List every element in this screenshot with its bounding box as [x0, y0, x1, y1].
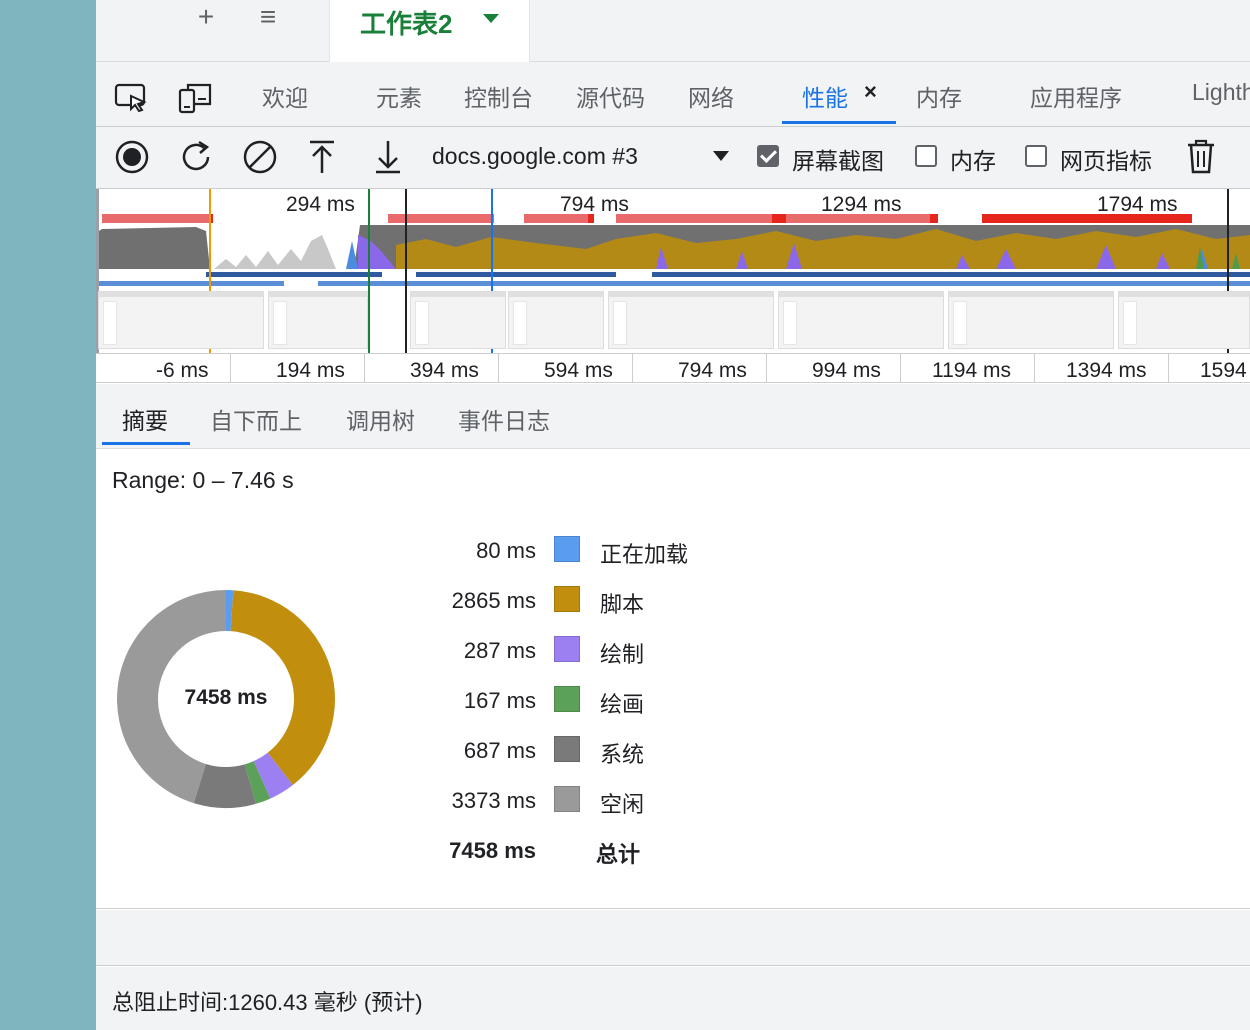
legend-label: 绘制	[600, 642, 645, 667]
ruler-tick-label: 994 ms	[812, 359, 881, 382]
tab-event-log[interactable]: 事件日志	[458, 402, 550, 436]
overview-time-label: 1794 ms	[1097, 193, 1178, 216]
legend-row-idle: 3373 ms 空闲	[396, 786, 796, 817]
tab-call-tree[interactable]: 调用树	[346, 402, 415, 436]
memory-checkbox[interactable]	[915, 145, 937, 167]
legend-label: 脚本	[600, 592, 645, 617]
tab-network[interactable]: 网络	[688, 79, 734, 113]
performance-toolbar: docs.google.com #3 屏幕截图 内存 网页指标	[96, 127, 1250, 189]
add-sheet-button[interactable]: +	[186, 2, 226, 36]
legend-value: 167 ms	[463, 688, 536, 713]
web-vitals-label: 网页指标	[1060, 148, 1152, 174]
screenshot-thumbnail[interactable]	[778, 291, 944, 349]
legend-value: 3373 ms	[451, 788, 536, 813]
summary-panel: Range: 0 – 7.46 s 7458 ms 80 ms 正在加载 286…	[96, 449, 1250, 909]
screenshot-thumbnail[interactable]	[508, 291, 604, 349]
legend-value: 2865 ms	[451, 588, 536, 613]
overview-time-label: 1294 ms	[821, 193, 902, 216]
legend-swatch	[554, 686, 580, 712]
screenshots-checkbox[interactable]	[757, 145, 779, 167]
devtools-tab-bar: 欢迎 元素 控制台 源代码 网络 性能 × 内存 应用程序 Lighth	[96, 62, 1250, 127]
screenshot-thumbnail[interactable]	[608, 291, 774, 349]
tab-lighthouse[interactable]: Lighth	[1192, 79, 1250, 106]
legend-row-painting: 167 ms 绘画	[396, 686, 796, 717]
donut-total-label: 7458 ms	[184, 686, 268, 709]
screenshot-thumbnail[interactable]	[1118, 291, 1250, 349]
legend-value: 687 ms	[463, 738, 536, 763]
total-blocking-time: 总阻止时间:1260.43 毫秒 (预计)	[112, 990, 423, 1015]
screenshot-thumbnail[interactable]	[268, 291, 368, 349]
legend-total-label: 总计	[596, 842, 641, 867]
tab-performance[interactable]: 性能	[802, 79, 848, 113]
screenshot-thumbnail[interactable]	[410, 291, 506, 349]
tab-sources[interactable]: 源代码	[576, 79, 645, 113]
ruler-tick-label: 594 ms	[544, 359, 613, 382]
trash-icon[interactable]	[1186, 139, 1216, 175]
legend-swatch	[554, 536, 580, 562]
legend-swatch	[554, 586, 580, 612]
legend-value: 80 ms	[476, 538, 536, 563]
tab-console[interactable]: 控制台	[464, 79, 533, 113]
legend-total-value: 7458 ms	[449, 838, 536, 863]
legend-swatch	[554, 736, 580, 762]
upload-icon[interactable]	[306, 139, 338, 175]
tab-bottom-up[interactable]: 自下而上	[210, 402, 302, 436]
sheet-tab-active[interactable]: 工作表2	[329, 0, 530, 62]
devtools-window: + ≡ 工作表2 欢迎 元素 控制台 源代码 网络 性能 × 内存 应用程序 L…	[96, 0, 1250, 1030]
all-sheets-menu-button[interactable]: ≡	[248, 2, 288, 36]
close-icon[interactable]: ×	[864, 79, 877, 105]
timeline-overview[interactable]: 294 ms 794 ms 1294 ms 1794 ms -6 ms 194 …	[96, 189, 1250, 383]
ruler-tick-label: 394 ms	[410, 359, 479, 382]
active-tab-indicator	[102, 442, 190, 445]
tab-elements[interactable]: 元素	[376, 79, 422, 113]
reload-record-icon[interactable]	[178, 139, 214, 175]
tab-summary[interactable]: 摘要	[122, 402, 168, 436]
screenshots-label: 屏幕截图	[792, 148, 884, 174]
legend-row-total: 7458 ms 总计	[396, 836, 796, 867]
range-label: Range: 0 – 7.46 s	[112, 467, 294, 493]
ruler-tick-label: 1194 ms	[932, 359, 1011, 382]
web-vitals-checkbox[interactable]	[1025, 145, 1047, 167]
legend-swatch	[554, 786, 580, 812]
status-bar: 总阻止时间:1260.43 毫秒 (预计)	[96, 967, 1250, 1030]
ruler-tick-label: 1594	[1200, 359, 1247, 382]
empty-details-area	[96, 910, 1250, 966]
inspect-element-icon[interactable]	[114, 82, 148, 112]
ruler-tick-label: -6 ms	[156, 359, 209, 382]
device-toolbar-icon[interactable]	[178, 82, 212, 114]
time-ruler: -6 ms 194 ms 394 ms 594 ms 794 ms 994 ms…	[96, 353, 1250, 382]
record-icon[interactable]	[114, 139, 150, 175]
active-tab-indicator	[782, 121, 896, 124]
overview-time-label: 794 ms	[560, 193, 629, 216]
tab-welcome[interactable]: 欢迎	[262, 79, 308, 113]
desktop-background	[0, 0, 96, 1030]
tab-application[interactable]: 应用程序	[1030, 79, 1122, 113]
clear-icon[interactable]	[242, 139, 278, 175]
legend-row-system: 687 ms 系统	[396, 736, 796, 767]
legend-label: 空闲	[600, 792, 645, 817]
tab-memory[interactable]: 内存	[916, 79, 962, 113]
legend-row-loading: 80 ms 正在加载	[396, 536, 796, 567]
chevron-down-icon[interactable]	[713, 151, 729, 161]
overview-time-label: 294 ms	[286, 193, 355, 216]
legend-row-rendering: 287 ms 绘制	[396, 636, 796, 667]
ruler-tick-label: 794 ms	[678, 359, 747, 382]
screenshot-thumbnail[interactable]	[98, 291, 264, 349]
screenshot-thumbnail[interactable]	[948, 291, 1114, 349]
legend-value: 287 ms	[463, 638, 536, 663]
download-icon[interactable]	[372, 139, 404, 175]
sheet-tab-label: 工作表2	[360, 9, 453, 39]
chevron-down-icon[interactable]	[483, 14, 499, 23]
memory-label: 内存	[950, 148, 996, 174]
legend-swatch	[554, 636, 580, 662]
ruler-tick-label: 1394 ms	[1066, 359, 1147, 382]
sheet-tab-strip: + ≡ 工作表2	[96, 0, 1250, 62]
profile-select[interactable]: docs.google.com #3	[432, 143, 638, 170]
details-tab-bar: 摘要 自下而上 调用树 事件日志	[96, 384, 1250, 449]
legend-label: 绘画	[600, 692, 645, 717]
legend-row-scripting: 2865 ms 脚本	[396, 586, 796, 617]
legend-label: 正在加载	[600, 542, 689, 567]
legend-label: 系统	[600, 742, 645, 767]
ruler-tick-label: 194 ms	[276, 359, 345, 382]
